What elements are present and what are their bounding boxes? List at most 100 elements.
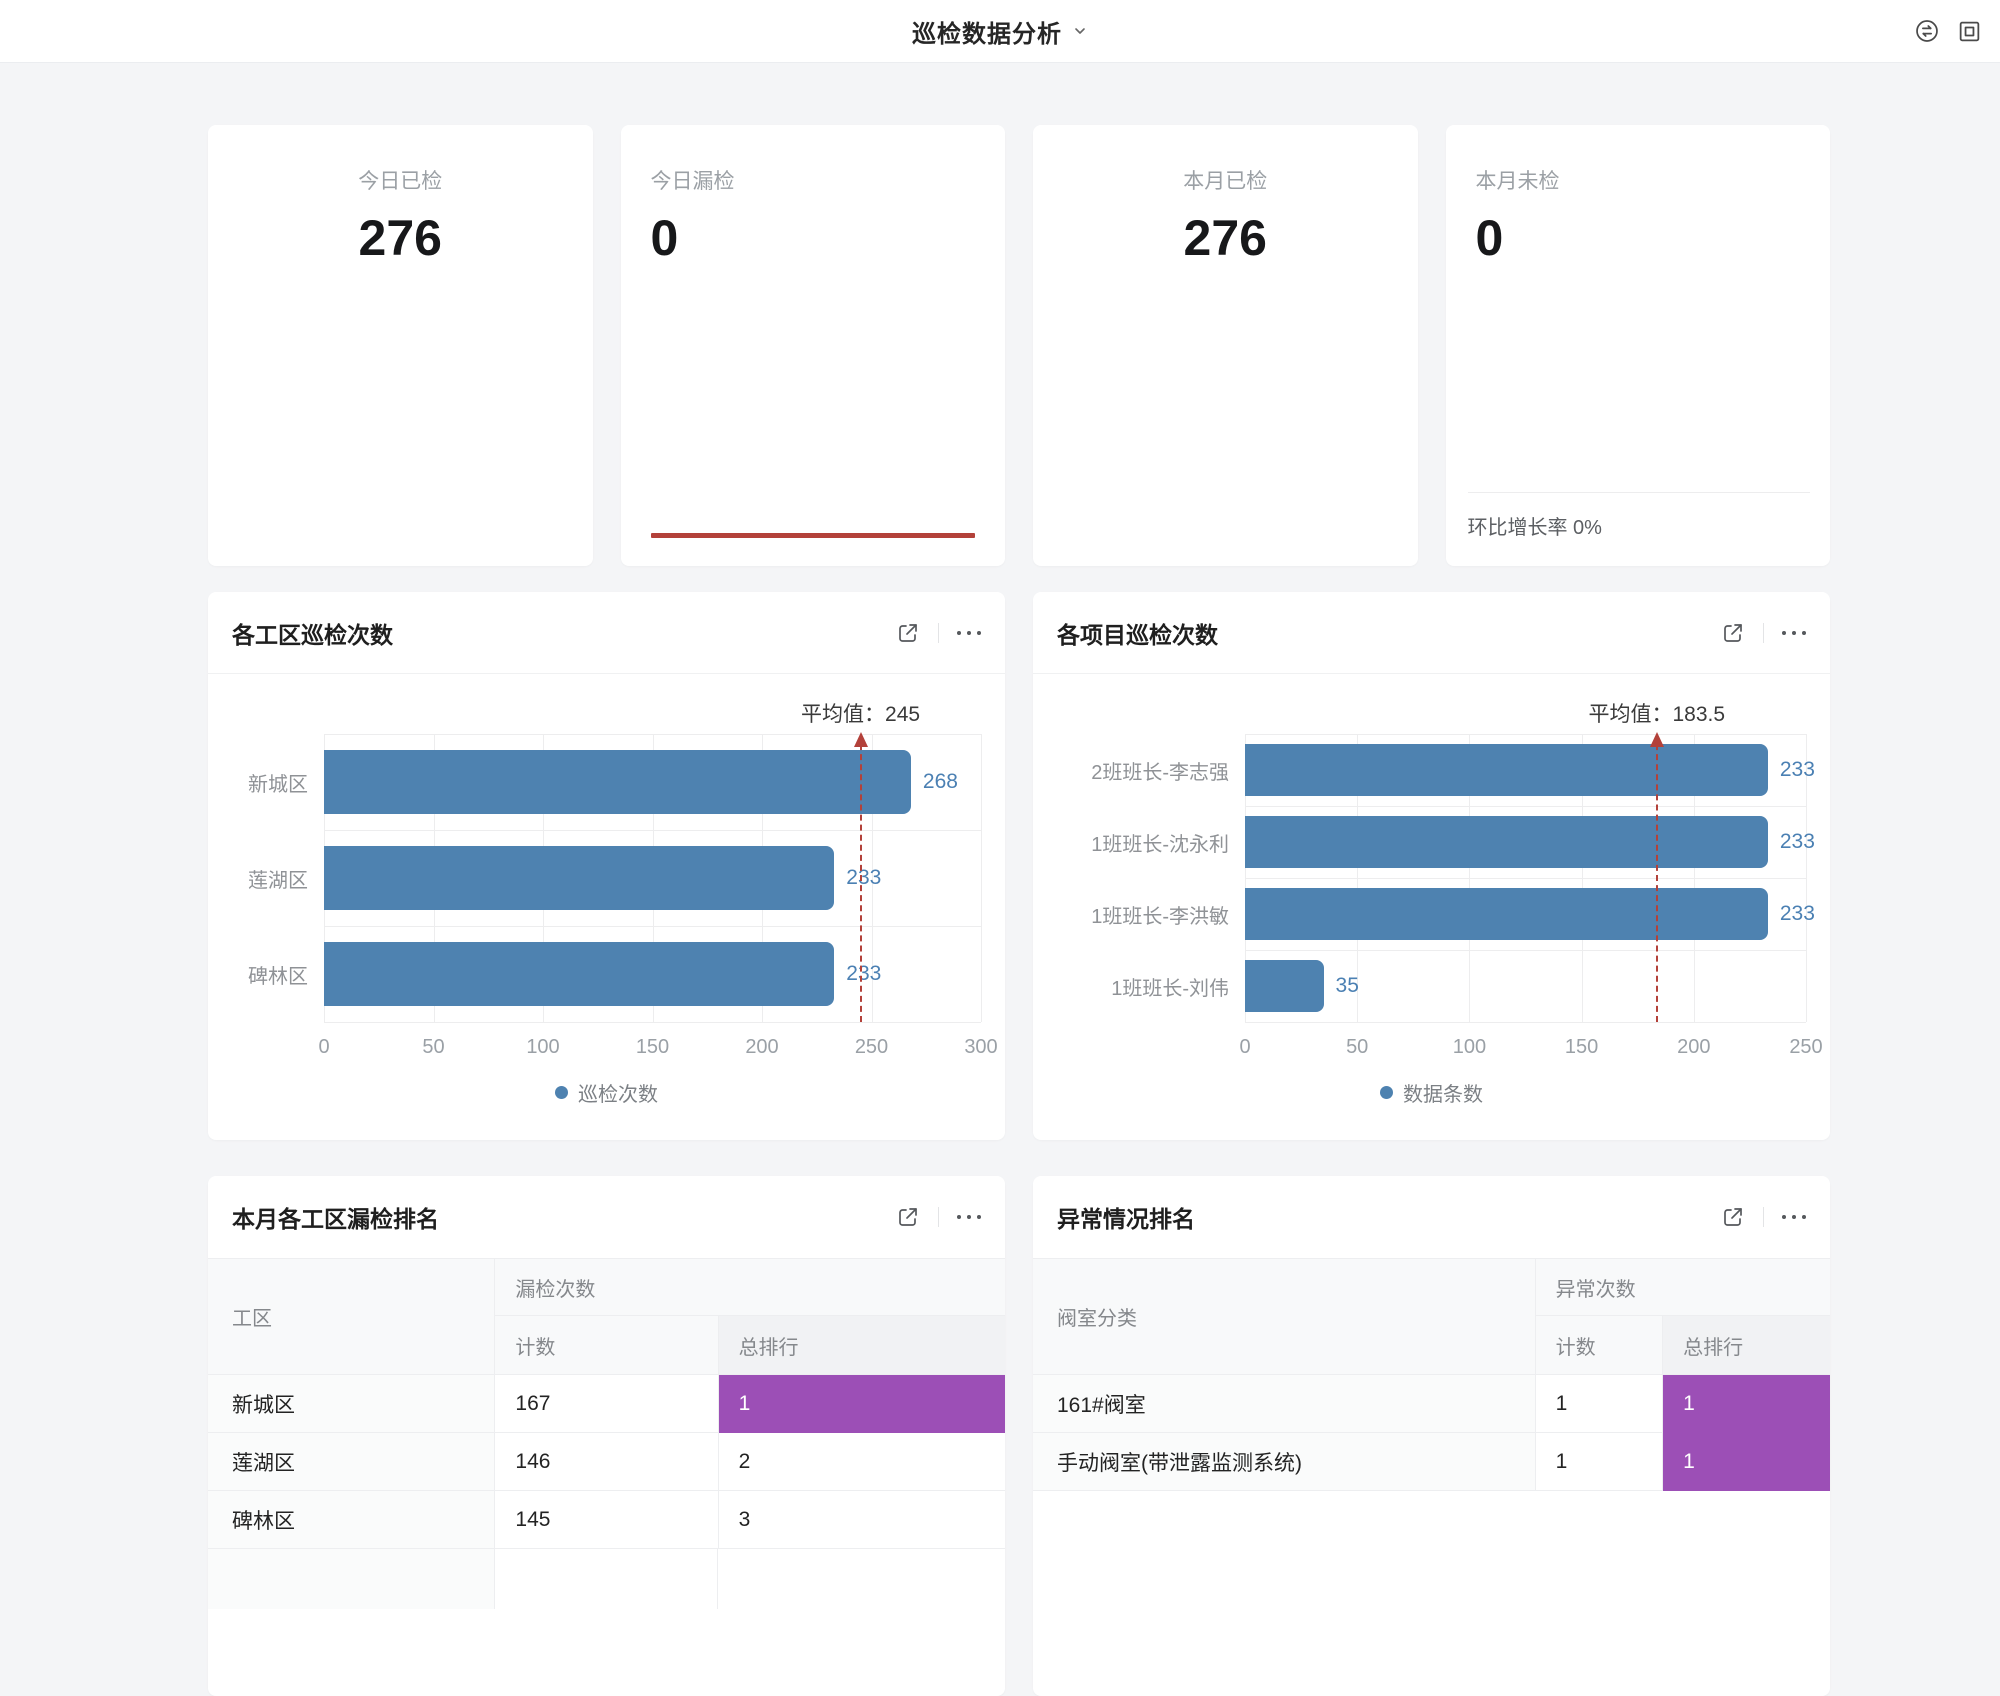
open-in-new-icon[interactable] — [1721, 1205, 1745, 1229]
stat-card-today-missed: 今日漏检 0 — [621, 125, 1006, 566]
bar-value-label: 233 — [1780, 758, 1815, 782]
category-label: 莲湖区 — [232, 864, 324, 893]
stat-value: 0 — [1476, 209, 1801, 267]
chart-card-project: 各项目巡检次数 平均值：183.52班班长-李志强2331班班长-沈永利2331… — [1033, 592, 1830, 1140]
average-strip: 平均值：245 — [232, 674, 981, 734]
bar-value-label: 233 — [846, 866, 881, 890]
bar-value-label: 35 — [1336, 974, 1359, 998]
stat-card-month-inspected: 本月已检 276 — [1033, 125, 1418, 566]
plot-area: 新城区268莲湖区233碑林区233 — [232, 734, 981, 1022]
bar[interactable] — [324, 846, 834, 910]
table-row: 莲湖区1462 — [208, 1433, 1005, 1491]
name-cell: 莲湖区 — [208, 1433, 495, 1491]
category-label: 1班班长-李洪敏 — [1057, 900, 1245, 929]
axis-tick-label: 250 — [1789, 1036, 1822, 1059]
topbar-actions — [1914, 0, 1982, 62]
missed-ranking-table: 工区 漏检次数 计数 总排行 新城区1671莲湖区1462碑林区1453 — [208, 1258, 1005, 1549]
card-header: 各项目巡检次数 — [1033, 592, 1830, 674]
more-icon[interactable] — [1782, 1215, 1806, 1219]
card-actions — [896, 621, 981, 645]
card-header: 各工区巡检次数 — [208, 592, 1005, 674]
bar[interactable] — [324, 750, 911, 814]
stat-card-today-inspected: 今日已检 276 — [208, 125, 593, 566]
gridline — [324, 1022, 981, 1023]
table-row: 161#阀室11 — [1033, 1375, 1830, 1433]
chart-card-workzone: 各工区巡检次数 平均值：245新城区268莲湖区233碑林区2330501001… — [208, 592, 1005, 1140]
bar-row: 1班班长-李洪敏233 — [1057, 878, 1806, 950]
more-icon[interactable] — [1782, 631, 1806, 635]
bar-value-label: 268 — [923, 770, 958, 794]
chart-legend[interactable]: 数据条数 — [1057, 1070, 1806, 1114]
axis-tick-label: 150 — [1565, 1036, 1598, 1059]
category-label: 1班班长-刘伟 — [1057, 972, 1245, 1001]
open-in-new-icon[interactable] — [896, 1205, 920, 1229]
bar[interactable] — [1245, 960, 1324, 1012]
name-cell: 手动阀室(带泄露监测系统) — [1033, 1433, 1535, 1491]
column-header: 计数 — [495, 1316, 718, 1375]
card-title: 各工区巡检次数 — [232, 616, 393, 650]
rank-cell: 1 — [718, 1375, 1005, 1433]
bar[interactable] — [1245, 888, 1768, 940]
stat-label: 本月未检 — [1476, 165, 1801, 195]
name-cell: 碑林区 — [208, 1491, 495, 1549]
page-title: 巡检数据分析 — [912, 14, 1062, 49]
divider — [938, 1207, 939, 1227]
count-cell: 145 — [495, 1491, 718, 1549]
axis-tick-label: 100 — [1453, 1036, 1486, 1059]
table-row: 碑林区1453 — [208, 1491, 1005, 1549]
bar[interactable] — [324, 942, 834, 1006]
category-label: 2班班长-李志强 — [1057, 756, 1245, 785]
table-card-abnormal-ranking: 异常情况排名 阀室分类 异常次 — [1033, 1176, 1830, 1696]
more-icon[interactable] — [957, 631, 981, 635]
average-strip: 平均值：183.5 — [1057, 674, 1806, 734]
swap-icon[interactable] — [1914, 18, 1940, 44]
divider — [938, 623, 939, 643]
card-actions — [896, 1205, 981, 1229]
axis-tick-label: 150 — [636, 1036, 669, 1059]
stat-label: 本月已检 — [1063, 165, 1388, 195]
card-title: 本月各工区漏检排名 — [232, 1200, 439, 1234]
growth-rate-text: 环比增长率 0% — [1468, 492, 1811, 566]
legend-dot-icon — [555, 1086, 568, 1099]
bar[interactable] — [1245, 744, 1768, 796]
stat-cards-row: 今日已检 276 今日漏检 0 本月已检 276 本月未检 0 环比增长率 0% — [208, 125, 1830, 566]
card-header: 异常情况排名 — [1033, 1176, 1830, 1258]
rank-cell: 3 — [718, 1491, 1005, 1549]
bar-row: 1班班长-沈永利233 — [1057, 806, 1806, 878]
charts-row: 各工区巡检次数 平均值：245新城区268莲湖区233碑林区2330501001… — [208, 592, 1830, 1140]
axis-tick-label: 50 — [422, 1036, 444, 1059]
open-in-new-icon[interactable] — [1721, 621, 1745, 645]
rank-cell: 1 — [1663, 1433, 1830, 1491]
name-cell: 新城区 — [208, 1375, 495, 1433]
axis-tick-label: 200 — [1677, 1036, 1710, 1059]
more-icon[interactable] — [957, 1215, 981, 1219]
column-header: 计数 — [1535, 1316, 1663, 1375]
dashboard-title-dropdown[interactable]: 巡检数据分析 — [0, 0, 2000, 62]
bar-value-label: 233 — [1780, 830, 1815, 854]
card-title: 各项目巡检次数 — [1057, 616, 1218, 650]
legend-dot-icon — [1380, 1086, 1393, 1099]
gridline — [981, 734, 982, 1022]
bar[interactable] — [1245, 816, 1768, 868]
tables-row: 本月各工区漏检排名 工区 漏检 — [208, 1176, 1830, 1696]
chart-legend[interactable]: 巡检次数 — [232, 1070, 981, 1114]
open-in-new-icon[interactable] — [896, 621, 920, 645]
bar-rows: 2班班长-李志强2331班班长-沈永利2331班班长-李洪敏2331班班长-刘伟… — [1057, 734, 1806, 1022]
axis-tick-label: 0 — [1239, 1036, 1250, 1059]
axis-tick-label: 250 — [855, 1036, 888, 1059]
bar-row: 1班班长-刘伟 35 — [1057, 950, 1806, 1022]
bar-value-label: 233 — [846, 962, 881, 986]
trend-underline — [651, 533, 976, 538]
table-row: 新城区1671 — [208, 1375, 1005, 1433]
abnormal-ranking-table: 阀室分类 异常次数 计数 总排行 161#阀室11手动阀室(带泄露监测系统)11 — [1033, 1258, 1830, 1491]
column-header: 总排行 — [1663, 1316, 1830, 1375]
column-header: 总排行 — [718, 1316, 1005, 1375]
stat-value: 276 — [1063, 209, 1388, 267]
workzone-bar-chart: 平均值：245新城区268莲湖区233碑林区233050100150200250… — [208, 674, 1005, 1114]
bar-row: 碑林区233 — [232, 926, 981, 1022]
x-axis: 050100150200250 — [1057, 1024, 1806, 1070]
project-bar-chart: 平均值：183.52班班长-李志强2331班班长-沈永利2331班班长-李洪敏2… — [1033, 674, 1830, 1114]
window-icon[interactable] — [1956, 18, 1982, 44]
column-group-header: 异常次数 — [1535, 1259, 1830, 1316]
divider — [1763, 1207, 1764, 1227]
